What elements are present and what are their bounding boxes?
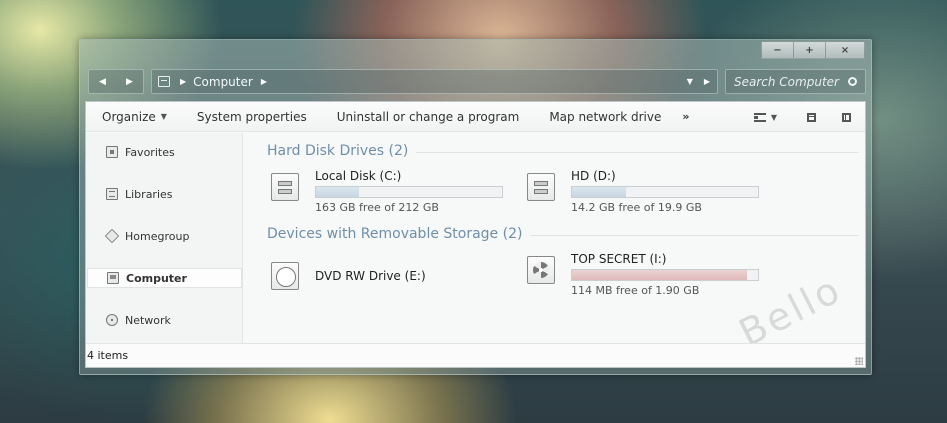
resize-grip-icon[interactable]	[855, 357, 863, 365]
breadcrumb-computer[interactable]: Computer	[193, 75, 253, 89]
refresh-go-icon[interactable]: ▶	[704, 77, 710, 86]
preview-pane-icon[interactable]	[807, 112, 816, 122]
search-placeholder: Search Computer	[734, 74, 839, 89]
drive-usage-bar	[315, 186, 503, 198]
explorer-window: − + × ◀ ▶ ▶ Computer ▶ ▼ ▶ Search Comput…	[79, 39, 872, 375]
drive-usage-fill	[316, 187, 359, 197]
search-input[interactable]: Search Computer	[725, 69, 866, 94]
map-network-drive-button[interactable]: Map network drive	[549, 110, 661, 124]
group-header-removable-storage[interactable]: Devices with Removable Storage (2)	[267, 225, 859, 243]
drive-free-space: 163 GB free of 212 GB	[315, 201, 439, 214]
drive-usage-bar	[571, 186, 759, 198]
group-title: Devices with Removable Storage (2)	[267, 226, 523, 242]
help-icon[interactable]	[842, 112, 851, 122]
maximize-button[interactable]: +	[793, 41, 826, 59]
more-commands-button[interactable]: »	[682, 110, 689, 123]
drive-usage-fill	[572, 270, 747, 280]
drive-name: Local Disk (C:)	[315, 169, 402, 183]
sidebar-item-homegroup[interactable]: Homegroup	[87, 226, 242, 246]
drive-free-space: 114 MB free of 1.90 GB	[571, 284, 700, 297]
system-properties-button[interactable]: System properties	[197, 110, 307, 124]
address-bar[interactable]: ▶ Computer ▶ ▼ ▶	[151, 69, 718, 94]
search-icon[interactable]	[848, 77, 857, 86]
homegroup-icon	[104, 228, 120, 244]
group-title: Hard Disk Drives (2)	[267, 143, 409, 159]
view-options-chevron-icon[interactable]: ▼	[771, 113, 777, 122]
organize-label: Organize	[102, 109, 156, 124]
star-icon	[106, 146, 118, 158]
drive-item-d[interactable]: HD (D:) 14.2 GB free of 19.9 GB	[527, 169, 787, 214]
sidebar-item-label: Network	[125, 313, 171, 327]
drive-name: DVD RW Drive (E:)	[315, 269, 426, 283]
sidebar-item-libraries[interactable]: Libraries	[87, 184, 242, 204]
sidebar-item-label: Computer	[126, 271, 187, 285]
drive-item-i[interactable]: TOP SECRET (I:) 114 MB free of 1.90 GB	[527, 252, 787, 297]
close-button[interactable]: ×	[825, 41, 865, 59]
organize-menu[interactable]: Organize ▼	[102, 110, 167, 124]
drive-free-space: 14.2 GB free of 19.9 GB	[571, 201, 702, 214]
computer-icon	[158, 76, 170, 87]
hard-drive-icon	[527, 173, 555, 201]
drive-name: HD (D:)	[571, 169, 616, 183]
network-icon	[106, 314, 118, 326]
sidebar-item-network[interactable]: Network	[87, 310, 242, 330]
sidebar-item-label: Favorites	[125, 145, 175, 159]
item-count: 4 items	[87, 349, 129, 362]
caption-buttons: − + ×	[761, 41, 865, 59]
group-divider	[416, 151, 859, 153]
view-controls: ▼	[753, 102, 851, 132]
status-bar: 4 items	[86, 343, 865, 367]
sidebar-item-computer[interactable]: Computer	[87, 268, 242, 288]
address-dropdown-icon[interactable]: ▼	[687, 77, 693, 86]
command-bar: Organize ▼ System properties Uninstall o…	[86, 102, 865, 132]
drive-item-c[interactable]: Local Disk (C:) 163 GB free of 212 GB	[271, 169, 531, 214]
back-button[interactable]: ◀	[89, 70, 116, 93]
file-list: Hard Disk Drives (2) Local Disk (C:) 163…	[244, 133, 865, 355]
drive-item-e[interactable]: DVD RW Drive (E:)	[271, 262, 531, 306]
drive-name: TOP SECRET (I:)	[571, 252, 667, 266]
group-divider	[530, 234, 859, 236]
computer-icon	[107, 272, 119, 284]
navigation-bar: ◀ ▶ ▶ Computer ▶ ▼ ▶ Search Computer	[88, 69, 866, 94]
navigation-pane: Favorites Libraries Homegroup Computer N…	[86, 133, 243, 343]
breadcrumb-chevron-icon[interactable]: ▶	[261, 77, 267, 86]
chevron-down-icon: ▼	[160, 112, 167, 121]
hard-drive-icon	[271, 173, 299, 201]
drive-usage-fill	[572, 187, 626, 197]
group-header-hard-disk-drives[interactable]: Hard Disk Drives (2)	[267, 142, 859, 160]
library-icon	[106, 188, 118, 200]
radiation-drive-icon	[527, 256, 555, 284]
sidebar-item-label: Libraries	[125, 187, 173, 201]
dvd-drive-icon	[271, 262, 299, 290]
uninstall-program-button[interactable]: Uninstall or change a program	[337, 110, 520, 124]
forward-button[interactable]: ▶	[116, 70, 143, 93]
sidebar-item-label: Homegroup	[125, 229, 190, 243]
breadcrumb-separator[interactable]: ▶	[180, 77, 186, 86]
drive-usage-bar	[571, 269, 759, 281]
change-view-icon[interactable]	[753, 112, 766, 122]
history-buttons: ◀ ▶	[88, 69, 144, 94]
sidebar-item-favorites[interactable]: Favorites	[87, 142, 242, 162]
minimize-button[interactable]: −	[761, 41, 794, 59]
explorer-content: Organize ▼ System properties Uninstall o…	[85, 101, 866, 368]
